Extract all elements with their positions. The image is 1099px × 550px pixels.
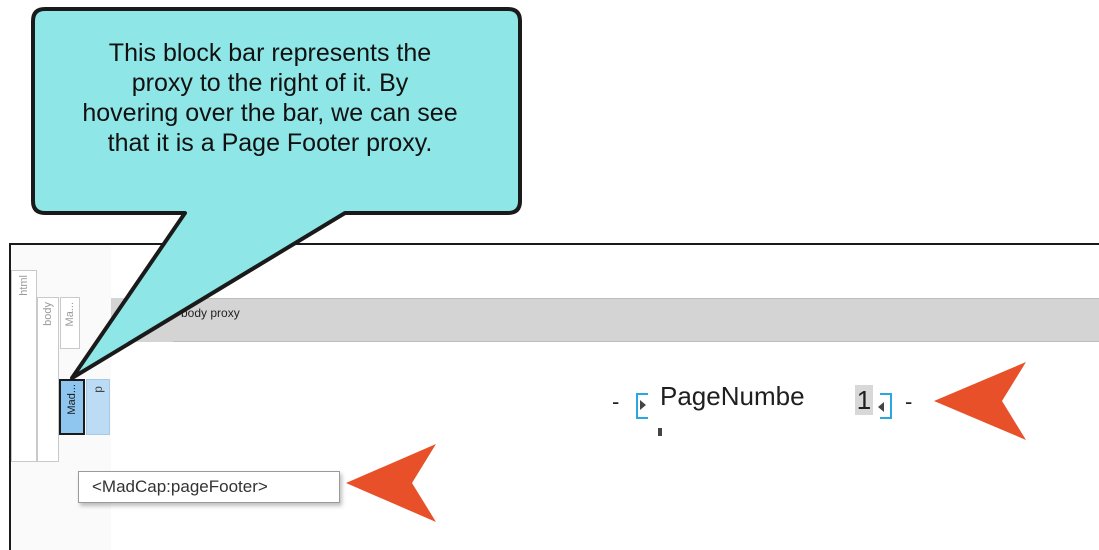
arrow-pointer-icon (346, 444, 436, 522)
callout-line-2: proxy to the right of it. By (131, 69, 409, 97)
callout-text: This block bar represents the proxy to t… (20, 38, 520, 158)
callout-line-1: This block bar represents the (108, 39, 432, 67)
arrow-pointer-icon (934, 362, 1026, 440)
callout-line-3: hovering over the bar, we can see (82, 99, 458, 127)
callout-line-4: that it is a Page Footer proxy. (107, 129, 433, 157)
